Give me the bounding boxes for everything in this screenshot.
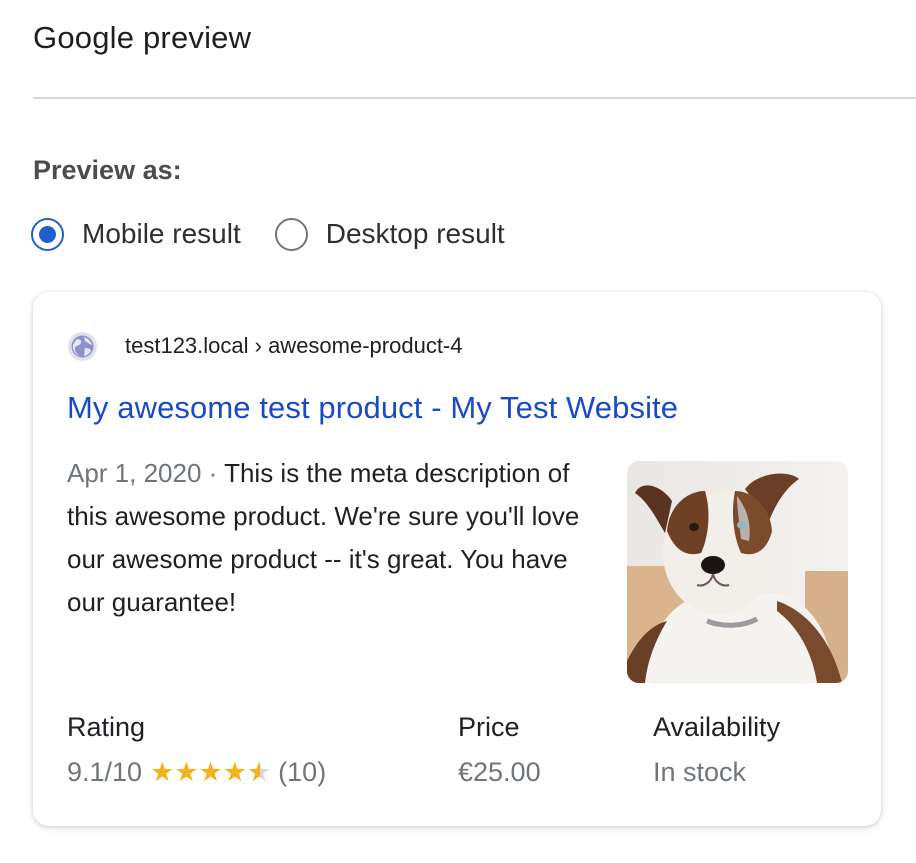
- star-icon: ★: [222, 757, 247, 787]
- date-separator: ·: [201, 458, 225, 488]
- desktop-result-option[interactable]: Desktop result: [274, 217, 505, 251]
- mobile-result-radio[interactable]: [31, 217, 64, 251]
- desktop-result-label[interactable]: Desktop result: [326, 218, 505, 250]
- price-value: €25.00: [458, 757, 541, 787]
- mobile-result-option[interactable]: Mobile result: [31, 217, 241, 251]
- divider: [33, 97, 916, 99]
- mobile-result-label[interactable]: Mobile result: [82, 218, 241, 250]
- globe-icon: [67, 331, 98, 362]
- search-result-card: test123.local › awesome-product-4 My awe…: [33, 292, 881, 826]
- dog-thumbnail[interactable]: [627, 461, 848, 683]
- result-date: Apr 1, 2020: [67, 458, 202, 488]
- desktop-result-radio[interactable]: [274, 217, 308, 251]
- half-star-icon: ★ ★: [246, 757, 272, 787]
- price-column: Price €25.00: [458, 712, 541, 788]
- rating-column: Rating 9.1/10 ★ ★ ★ ★ ★ ★ (10): [67, 712, 326, 788]
- star-icon: ★: [150, 757, 175, 787]
- rating-value-row: 9.1/10 ★ ★ ★ ★ ★ ★ (10): [67, 757, 326, 788]
- availability-value: In stock: [653, 757, 747, 787]
- rating-count: (10): [278, 757, 327, 787]
- site-row: test123.local › awesome-product-4: [67, 329, 463, 363]
- result-title-link[interactable]: My awesome test product - My Test Websit…: [67, 390, 678, 426]
- availability-column: Availability In stock: [653, 712, 780, 788]
- google-preview-panel: Google preview Preview as: Mobile result…: [0, 0, 916, 863]
- result-snippet: Apr 1, 2020 · This is the meta descripti…: [67, 452, 582, 624]
- star-icon: ★: [174, 757, 199, 787]
- preview-as-label: Preview as:: [33, 155, 182, 185]
- price-heading: Price: [458, 712, 520, 742]
- preview-mode-radio-group: Mobile result Desktop result: [31, 214, 539, 254]
- rating-stars: ★ ★ ★ ★ ★ ★: [150, 759, 271, 786]
- availability-heading: Availability: [653, 712, 781, 742]
- rating-value: 9.1/10: [67, 757, 143, 787]
- section-title: Google preview: [33, 20, 252, 55]
- rating-heading: Rating: [67, 712, 146, 742]
- breadcrumb[interactable]: test123.local › awesome-product-4: [125, 333, 463, 359]
- star-icon: ★: [198, 757, 223, 787]
